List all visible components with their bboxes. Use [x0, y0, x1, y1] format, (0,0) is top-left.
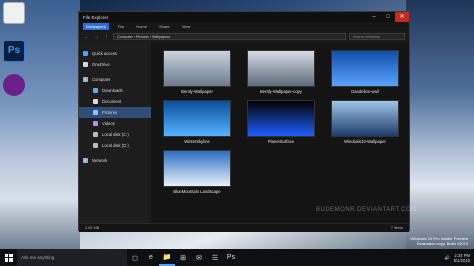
sidebar-item-7[interactable]: Local disk (C:)	[79, 129, 151, 140]
status-count: 7 items	[390, 226, 403, 230]
file-name[interactable]: PlanetSurface	[241, 139, 321, 144]
sidebar-item-label: Computer	[92, 77, 111, 82]
file-name[interactable]: WinterSkyline	[157, 139, 237, 144]
desktop-icon-photoshop[interactable]: Ps	[3, 40, 25, 62]
window-title: File Explorer	[83, 14, 109, 20]
desktop-icon-recycle-bin[interactable]	[3, 2, 25, 24]
file-explorer-icon[interactable]: 📁	[159, 249, 175, 266]
file-name[interactable]: Bently-Wallpaper	[157, 89, 237, 94]
cloud-icon	[83, 62, 88, 67]
search-input[interactable]: Search Windows	[349, 33, 405, 40]
file-explorer-window[interactable]: File Explorer – □ ✕ Wallpapers File Home…	[78, 11, 416, 232]
store-icon[interactable]: ⊞	[175, 249, 191, 266]
tab-file[interactable]: File	[115, 23, 127, 30]
document-icon	[93, 99, 98, 104]
video-icon	[93, 121, 98, 126]
tab-home[interactable]: Home	[133, 23, 150, 30]
ribbon-tabs: Wallpapers File Home Share View	[79, 22, 409, 31]
address-bar-row: ← → ↑ Computer › Pictures › Wallpapers S…	[79, 31, 409, 42]
app-icon[interactable]: ☰	[207, 249, 223, 266]
minimize-button[interactable]: –	[367, 12, 381, 22]
clock-time: 2:34 PM	[454, 252, 470, 258]
sidebar-item-label: Quick access	[92, 51, 117, 56]
close-button[interactable]: ✕	[395, 12, 409, 22]
file-name[interactable]: Windows10-Wallpaper	[325, 139, 405, 144]
sidebar-item-6[interactable]: Videos	[79, 118, 151, 129]
title-bar[interactable]: File Explorer – □ ✕	[79, 12, 409, 22]
start-button[interactable]	[0, 249, 17, 266]
file-name[interactable]: Dandelion-wall	[325, 89, 405, 94]
sidebar-item-label: Pictures	[102, 110, 118, 115]
clock[interactable]: 2:34 PM 5/1/2015	[454, 253, 470, 263]
sidebar-item-label: Network	[92, 158, 108, 163]
address-input[interactable]: Computer › Pictures › Wallpapers	[113, 33, 346, 40]
sidebar-item-label: Local disk (D:)	[102, 143, 129, 148]
task-view-icon[interactable]: ◻	[127, 249, 143, 266]
file-thumbnail[interactable]	[163, 100, 231, 137]
sidebar-item-3[interactable]: Downloads	[79, 85, 151, 96]
sidebar-item-label: Local disk (C:)	[102, 132, 129, 137]
taskbar-app-list: ◻ e 📁 ⊞ ✉ ☰ Ps	[127, 249, 239, 266]
computer-icon	[83, 77, 88, 82]
maximize-button[interactable]: □	[381, 12, 395, 22]
watermark-text: BUDEMONR.DEVIANTART.COM	[316, 207, 417, 213]
file-thumbnail[interactable]	[331, 50, 399, 87]
tab-wallpapers[interactable]: Wallpapers	[83, 23, 109, 30]
clock-date: 5/1/2015	[453, 257, 470, 263]
build-watermark: Windows 10 Pro Insider Preview Evaluatio…	[410, 236, 468, 246]
tab-view[interactable]: View	[179, 23, 194, 30]
sidebar-item-label: Downloads	[102, 88, 123, 93]
cortana-search-box[interactable]: Ask me anything	[17, 249, 127, 266]
desktop-background-right	[406, 0, 474, 266]
sidebar-item-4[interactable]: Document	[79, 96, 151, 107]
disk-icon	[93, 132, 98, 137]
sidebar-item-1[interactable]: OneDrive	[79, 59, 151, 70]
sidebar-item-9[interactable]: Network	[79, 155, 151, 166]
system-tray: 🔊 2:34 PM 5/1/2015	[444, 253, 474, 263]
status-size: 2.55 MB	[85, 226, 100, 230]
back-arrow-icon[interactable]: ←	[83, 34, 90, 40]
taskbar: Ask me anything ◻ e 📁 ⊞ ✉ ☰ Ps 🔊 2:34 PM 5/1/2…	[0, 249, 474, 266]
disk-icon	[93, 143, 98, 148]
file-grid: BUDEMONR.DEVIANTART.COM Bently-Wallpaper…	[151, 42, 416, 223]
edge-icon[interactable]: e	[143, 249, 159, 266]
file-thumbnail[interactable]	[331, 100, 399, 137]
pictures-icon	[93, 110, 98, 115]
photoshop-icon[interactable]: Ps	[223, 249, 239, 266]
volume-icon[interactable]: 🔊	[444, 255, 449, 261]
file-name[interactable]: BlueMountain Landscape	[157, 189, 237, 194]
forward-arrow-icon[interactable]: →	[93, 34, 100, 40]
sidebar-item-0[interactable]: Quick access	[79, 48, 151, 59]
status-bar: 2.55 MB 7 items	[79, 223, 409, 232]
star-icon	[83, 51, 88, 56]
sidebar-item-label: OneDrive	[92, 62, 110, 67]
file-thumbnail[interactable]	[247, 100, 315, 137]
sidebar-item-label: Videos	[102, 121, 115, 126]
taskbar-search-placeholder: Ask me anything	[21, 255, 55, 260]
file-thumbnail[interactable]	[247, 50, 315, 87]
mail-icon[interactable]: ✉	[191, 249, 207, 266]
file-name[interactable]: Bently-Wallpaper-copy	[241, 89, 321, 94]
tab-share[interactable]: Share	[156, 23, 173, 30]
network-icon	[83, 158, 88, 163]
sidebar-item-5[interactable]: Pictures	[79, 107, 151, 118]
sidebar-item-8[interactable]: Local disk (D:)	[79, 140, 151, 151]
navigation-pane: Quick access OneDrive Computer Downloads Doc…	[79, 42, 151, 223]
windows-logo-icon	[4, 253, 13, 262]
file-thumbnail[interactable]	[163, 150, 231, 187]
sidebar-item-2[interactable]: Computer	[79, 74, 151, 85]
desktop-icon-app[interactable]	[3, 74, 25, 96]
file-thumbnail[interactable]	[163, 50, 231, 87]
download-icon	[93, 88, 98, 93]
up-arrow-icon[interactable]: ↑	[103, 34, 110, 40]
sidebar-item-label: Document	[102, 99, 122, 104]
